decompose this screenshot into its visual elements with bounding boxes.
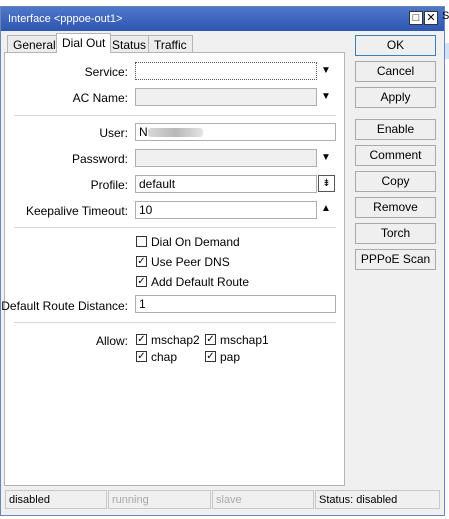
status-state: disabled [5, 490, 107, 509]
profile-field[interactable]: default [135, 175, 317, 193]
service-dropdown-icon[interactable]: ▼ [321, 66, 331, 76]
close-icon[interactable]: ✕ [424, 11, 438, 25]
dial-out-panel [4, 52, 345, 486]
tab-traffic[interactable]: Traffic [148, 35, 193, 53]
background-window-strip [445, 43, 449, 59]
ac-name-dropdown-icon[interactable]: ▼ [321, 92, 331, 102]
chap-label: chap [151, 350, 178, 364]
user-value: N [139, 125, 148, 139]
ok-button[interactable]: OK [355, 35, 436, 56]
apply-button[interactable]: Apply [355, 87, 436, 108]
user-label: User: [99, 126, 128, 140]
password-label: Password: [71, 152, 128, 166]
service-label: Service: [84, 65, 128, 79]
default-route-distance-field[interactable]: 1 [135, 295, 336, 313]
background-window-text: S [442, 10, 449, 22]
ac-name-label: AC Name: [72, 91, 128, 105]
profile-label: Profile: [90, 178, 128, 192]
tab-general[interactable]: General [7, 35, 62, 53]
separator [14, 322, 336, 323]
use-peer-dns-checkbox[interactable]: ✓ [136, 256, 147, 267]
service-field[interactable] [135, 62, 317, 80]
pppoe-scan-button[interactable]: PPPoE Scan [355, 249, 436, 270]
redacted-text [147, 128, 203, 138]
add-default-route-label: Add Default Route [151, 275, 250, 289]
use-peer-dns-label: Use Peer DNS [151, 255, 230, 269]
pap-label: pap [220, 350, 241, 364]
mschap2-label: mschap2 [151, 333, 200, 347]
remove-button[interactable]: Remove [355, 197, 436, 218]
pap-checkbox[interactable]: ✓ [205, 351, 216, 362]
comment-button[interactable]: Comment [355, 145, 436, 166]
dial-on-demand-checkbox[interactable] [136, 236, 147, 247]
maximize-icon[interactable]: □ [409, 11, 423, 25]
user-field[interactable]: N [135, 123, 336, 141]
tab-status[interactable]: Status [106, 35, 153, 53]
mschap1-checkbox[interactable]: ✓ [205, 334, 216, 345]
torch-button[interactable]: Torch [355, 223, 436, 244]
keepalive-field[interactable]: 10 [135, 201, 317, 219]
default-route-distance-label: Default Route Distance: [1, 299, 128, 313]
enable-button[interactable]: Enable [355, 119, 436, 140]
separator [14, 115, 336, 116]
status-text: Status: disabled [315, 490, 440, 509]
tab-dial-out[interactable]: Dial Out [56, 33, 112, 53]
keepalive-collapse-icon[interactable]: ▲ [321, 204, 331, 214]
ac-name-field[interactable] [135, 88, 317, 106]
profile-combo-icon[interactable]: ⇟ [318, 175, 335, 192]
window-title: Interface <pppoe-out1> [8, 13, 123, 25]
status-running: running [108, 490, 211, 509]
mschap1-label: mschap1 [220, 333, 269, 347]
password-field[interactable] [135, 149, 317, 167]
password-dropdown-icon[interactable]: ▼ [321, 153, 331, 163]
copy-button[interactable]: Copy [355, 171, 436, 192]
keepalive-label: Keepalive Timeout: [25, 204, 128, 218]
chap-checkbox[interactable]: ✓ [136, 351, 147, 362]
mschap2-checkbox[interactable]: ✓ [136, 334, 147, 345]
cancel-button[interactable]: Cancel [355, 61, 436, 82]
status-slave: slave [212, 490, 314, 509]
dial-on-demand-label: Dial On Demand [151, 235, 240, 249]
allow-label: Allow: [95, 334, 128, 348]
separator [14, 227, 336, 228]
add-default-route-checkbox[interactable]: ✓ [136, 276, 147, 287]
